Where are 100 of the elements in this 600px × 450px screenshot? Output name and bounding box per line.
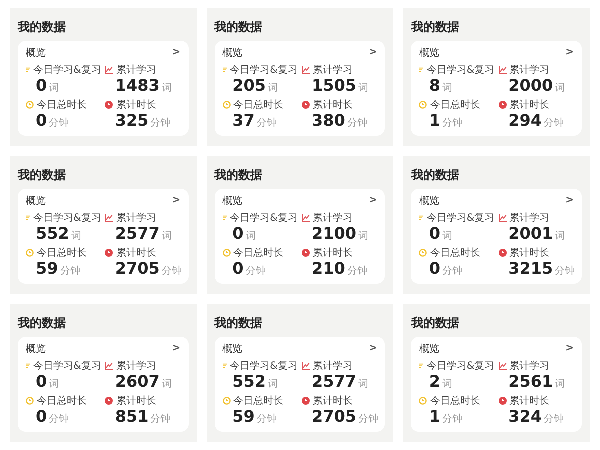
stat-label: 今日总时长 xyxy=(234,246,284,260)
stat-value: 2705 xyxy=(312,408,357,426)
stat-value: 552 xyxy=(232,372,266,390)
stat-unit: 分钟 xyxy=(442,264,462,278)
stat-label: 累计学习 xyxy=(116,212,156,224)
stat-value: 325 xyxy=(115,112,149,130)
chevron-link[interactable]: > xyxy=(368,47,378,58)
stat-value: 0 xyxy=(36,76,48,94)
stat-label: 今日总时长 xyxy=(234,98,284,112)
chevron-link[interactable]: > xyxy=(566,47,574,58)
stat-label: 累计学习 xyxy=(116,360,156,372)
stat-unit: 分钟 xyxy=(49,412,70,426)
stat-value: 0 xyxy=(36,408,48,426)
stat-unit: 分钟 xyxy=(162,264,182,278)
stat-value: 2705 xyxy=(115,260,160,278)
chevron-link[interactable]: > xyxy=(566,195,574,206)
stat-unit: 分钟 xyxy=(256,412,277,426)
stat-label: 今日学习&复习 xyxy=(34,212,102,224)
card-title: 概览 xyxy=(419,342,440,356)
stat-value: 851 xyxy=(115,408,149,426)
stat-label: 今日学习&复习 xyxy=(230,64,298,76)
stat-value: 1 xyxy=(429,408,440,426)
stat-value: 2577 xyxy=(115,224,160,242)
stat-unit: 分钟 xyxy=(256,116,277,130)
stat-unit: 分钟 xyxy=(49,116,70,130)
stat-label: 今日学习&复习 xyxy=(230,360,298,372)
stat-label: 累计学习 xyxy=(116,64,156,76)
stat-value: 2561 xyxy=(508,372,554,390)
stat-unit: 分钟 xyxy=(555,264,576,278)
stat-value: 0 xyxy=(36,372,48,390)
stat-value: 552 xyxy=(36,224,70,242)
stat-label: 累计时长 xyxy=(510,246,550,260)
section-title: 我的数据 xyxy=(18,314,67,332)
card-title: 概览 xyxy=(26,342,46,356)
section-title: 我的数据 xyxy=(411,314,460,332)
stat-unit: 词 xyxy=(49,82,60,94)
stat-unit: 词 xyxy=(162,82,172,94)
stat-unit: 词 xyxy=(442,230,452,242)
section-title: 我的数据 xyxy=(411,18,460,36)
section-title: 我的数据 xyxy=(214,166,264,184)
stat-unit: 词 xyxy=(555,82,566,94)
stat-label: 今日学习&复习 xyxy=(426,64,495,76)
stat-value: 0 xyxy=(36,112,48,130)
stat-label: 累计时长 xyxy=(510,98,550,112)
stat-label: 今日学习&复习 xyxy=(426,360,495,372)
stat-value: 324 xyxy=(508,408,542,426)
stat-unit: 分钟 xyxy=(442,116,462,130)
stat-value: 0 xyxy=(429,260,440,278)
stat-value: 37 xyxy=(232,112,255,130)
stat-label: 累计时长 xyxy=(312,394,353,408)
stat-value: 2 xyxy=(429,372,440,390)
stat-unit: 分钟 xyxy=(246,264,266,278)
stat-value: 0 xyxy=(232,224,244,242)
stat-label: 累计学习 xyxy=(510,360,550,372)
stat-value: 59 xyxy=(36,260,58,278)
section-title: 我的数据 xyxy=(18,166,67,184)
section-title: 我的数据 xyxy=(214,18,264,36)
stat-unit: 词 xyxy=(268,82,278,94)
stat-label: 今日学习&复习 xyxy=(34,64,102,76)
stat-label: 今日总时长 xyxy=(234,394,284,408)
chevron-link[interactable]: > xyxy=(172,195,181,206)
stat-unit: 词 xyxy=(71,230,82,242)
stat-label: 累计时长 xyxy=(510,394,550,408)
stat-unit: 分钟 xyxy=(150,116,171,130)
stat-label: 累计学习 xyxy=(510,212,550,224)
section-title: 我的数据 xyxy=(18,18,67,36)
chevron-link[interactable]: > xyxy=(172,47,181,58)
stat-unit: 分钟 xyxy=(150,412,171,426)
chevron-link[interactable]: > xyxy=(368,343,378,354)
chevron-link[interactable]: > xyxy=(172,343,181,354)
chevron-link[interactable]: > xyxy=(566,343,574,354)
stat-label: 累计时长 xyxy=(312,98,353,112)
stat-unit: 词 xyxy=(358,378,369,390)
stat-label: 今日总时长 xyxy=(37,98,87,112)
stat-unit: 词 xyxy=(162,378,172,390)
stat-value: 380 xyxy=(312,112,346,130)
stat-label: 累计学习 xyxy=(312,64,353,76)
stat-unit: 分钟 xyxy=(358,412,379,426)
stat-unit: 分钟 xyxy=(347,116,368,130)
stat-value: 2001 xyxy=(508,224,554,242)
stat-unit: 词 xyxy=(49,378,60,390)
stat-unit: 词 xyxy=(555,378,566,390)
stat-value: 8 xyxy=(429,76,440,94)
chevron-link[interactable]: > xyxy=(368,195,378,206)
stat-unit: 分钟 xyxy=(544,412,564,426)
section-title: 我的数据 xyxy=(214,314,264,332)
section-title: 我的数据 xyxy=(411,166,460,184)
stat-label: 今日总时长 xyxy=(37,246,87,260)
card-title: 概览 xyxy=(419,46,440,60)
stat-label: 今日总时长 xyxy=(430,98,480,112)
stat-label: 累计时长 xyxy=(312,246,353,260)
stat-label: 累计时长 xyxy=(116,394,156,408)
stat-value: 1 xyxy=(429,112,440,130)
card-title: 概览 xyxy=(419,194,440,208)
stat-value: 2000 xyxy=(508,76,554,94)
stat-label: 累计时长 xyxy=(116,246,156,260)
stat-unit: 分钟 xyxy=(60,264,80,278)
stat-value: 2100 xyxy=(312,224,357,242)
stat-label: 累计学习 xyxy=(312,212,353,224)
card-title: 概览 xyxy=(26,46,46,60)
